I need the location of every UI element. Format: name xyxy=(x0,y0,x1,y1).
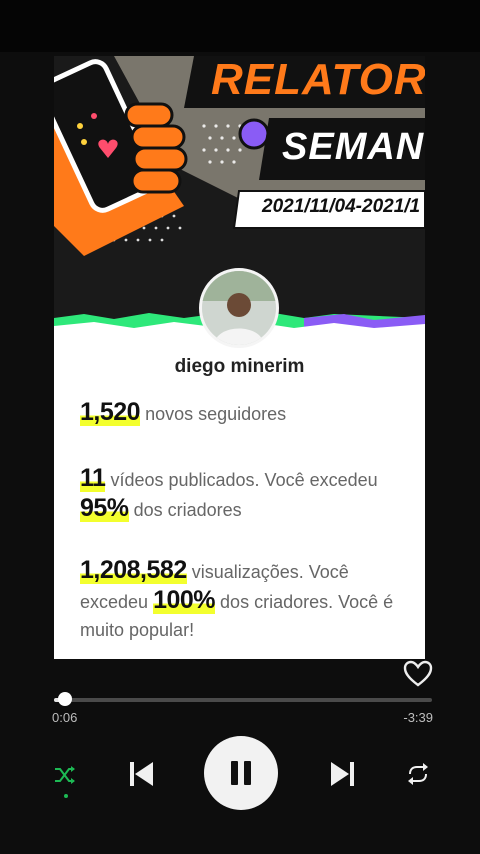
views-tail: muito popular! xyxy=(80,620,195,640)
videos-label: vídeos publicados. Você excedeu xyxy=(110,470,378,490)
heart-icon xyxy=(403,660,433,687)
like-button[interactable] xyxy=(403,660,433,688)
followers-label: novos seguidores xyxy=(145,404,287,424)
videos-percent-label: dos criadores xyxy=(133,500,242,520)
next-button[interactable] xyxy=(326,757,360,791)
skip-previous-icon xyxy=(130,762,153,786)
progress-handle[interactable] xyxy=(58,692,73,706)
username: diego minerim xyxy=(174,356,305,377)
views-label: visualizações. Você xyxy=(191,562,349,582)
views-percent-label: dos criadores. Você é xyxy=(220,592,394,612)
skip-next-icon xyxy=(331,762,354,786)
avatar xyxy=(199,268,279,348)
shuffle-active-indicator xyxy=(64,794,68,798)
views-value: 1,208,582 xyxy=(80,556,187,584)
report-title-line1: RELATOR xyxy=(211,56,425,104)
elapsed-time: 0:06 xyxy=(52,710,78,725)
repeat-button[interactable] xyxy=(403,759,433,789)
followers-stat: 1,520 novos seguidores xyxy=(80,398,410,428)
repeat-icon xyxy=(408,763,428,785)
music-player: 0:06 -3:39 xyxy=(0,660,480,854)
weekly-report-card: RELATOR SEMAN 2021/11/04-2021/1 diego mi… xyxy=(54,56,425,659)
previous-button[interactable] xyxy=(124,757,158,791)
views-label-exceeded: excedeu xyxy=(80,592,149,612)
profile-photo xyxy=(202,271,276,345)
videos-value: 11 xyxy=(80,464,106,492)
videos-percent: 95% xyxy=(80,494,129,522)
report-title-line2: SEMAN xyxy=(282,126,425,168)
progress-bar[interactable] xyxy=(54,698,432,702)
views-percent: 100% xyxy=(153,586,216,614)
pause-button[interactable] xyxy=(204,736,278,810)
status-bar xyxy=(0,0,480,52)
pause-icon xyxy=(231,761,251,785)
videos-stat: 11 vídeos publicados. Você excedeu 95% d… xyxy=(80,464,410,524)
followers-value: 1,520 xyxy=(80,398,141,426)
shuffle-icon xyxy=(55,766,75,784)
report-date-range: 2021/11/04-2021/1 xyxy=(262,196,421,217)
shuffle-button[interactable] xyxy=(50,760,80,790)
views-stat: 1,208,582 visualizações. Você excedeu 10… xyxy=(80,556,410,644)
remaining-time: -3:39 xyxy=(403,710,433,725)
